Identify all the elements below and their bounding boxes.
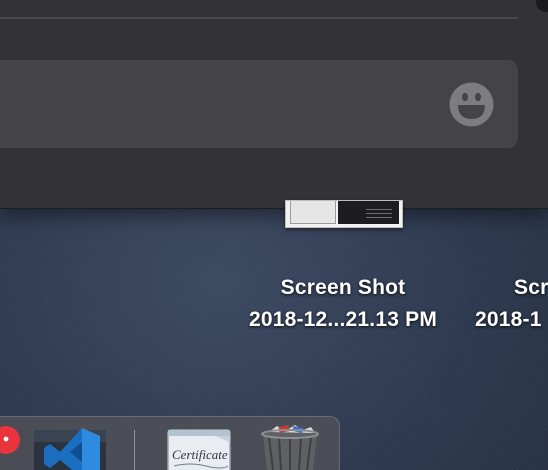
window-corner: [536, 0, 548, 12]
dock-app-red[interactable]: [0, 424, 22, 456]
desktop: Screen Shot 2018-12...21.13 PM Scr 2018-…: [0, 0, 548, 470]
file-name-line-1: Scr: [514, 276, 548, 299]
messages-window: [0, 0, 548, 209]
file-name-line-2: 2018-12...21.13 PM: [248, 308, 438, 331]
visual-studio-code-icon: [34, 428, 106, 470]
message-input[interactable]: [0, 60, 518, 148]
smiley-face-icon: [449, 82, 494, 127]
emoji-button[interactable]: [449, 82, 494, 127]
thumbnail-line: [366, 217, 392, 218]
thumbnail-line: [366, 209, 392, 210]
certificate-document-icon: Certificate: [167, 429, 231, 470]
thumbnail-light-region: [290, 201, 336, 224]
dock-separator: [134, 430, 135, 470]
certificate-text: Certificate: [172, 447, 228, 462]
dock-app-trash[interactable]: [255, 424, 325, 470]
screenshot-file-thumbnail[interactable]: [285, 200, 403, 228]
trash-full-icon: [261, 425, 319, 470]
window-divider: [0, 17, 518, 19]
screenshot-file-label[interactable]: Screen Shot 2018-12...21.13 PM: [230, 272, 456, 336]
file-name-line-1: Screen Shot: [280, 276, 406, 299]
dock-app-vscode[interactable]: [30, 426, 110, 470]
file-name-line-2: 2018-1: [475, 308, 542, 331]
screenshot-file-label-2[interactable]: Scr 2018-1: [475, 272, 548, 336]
dock-app-certificate[interactable]: Certificate: [160, 428, 238, 470]
thumbnail-line: [366, 213, 392, 214]
red-app-icon: [0, 426, 20, 454]
